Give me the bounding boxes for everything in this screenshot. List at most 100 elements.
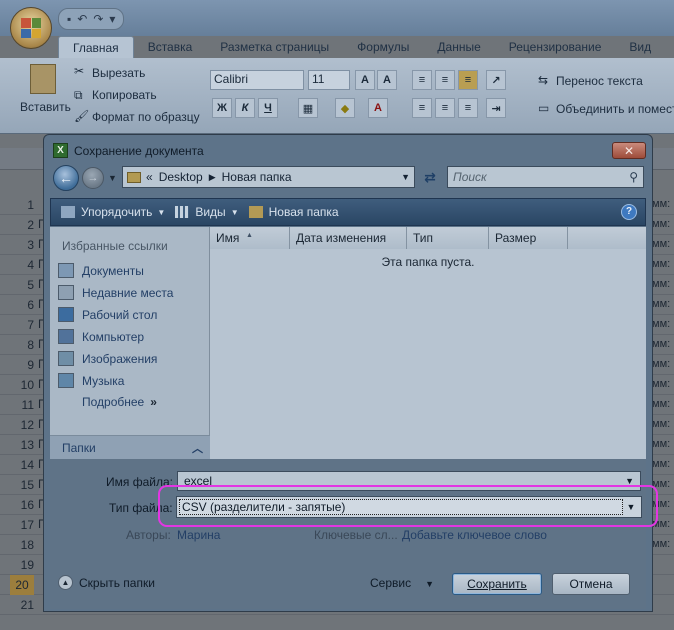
row-header[interactable]: 1 (12, 195, 34, 215)
column-name[interactable]: ▲ Имя (210, 227, 290, 249)
breadcrumb-new-folder[interactable]: Новая папка (222, 170, 292, 184)
row-header[interactable]: 10 (12, 375, 34, 395)
column-date-modified[interactable]: Дата изменения (290, 227, 407, 249)
help-icon[interactable]: ? (621, 204, 637, 220)
copy-button[interactable]: Копировать (92, 88, 157, 102)
favorite-music[interactable]: Музыка (58, 373, 124, 388)
bold-icon[interactable]: Ж (212, 98, 232, 118)
organize-button[interactable]: Упорядочить ▼ (61, 205, 165, 219)
column-type[interactable]: Тип (407, 227, 489, 249)
align-top-icon[interactable]: ≡ (412, 70, 432, 90)
align-left-icon[interactable]: ≡ (412, 98, 432, 118)
merge-button[interactable]: Объединить и помест (556, 102, 674, 116)
tab-formulas[interactable]: Формулы (343, 36, 423, 58)
file-list[interactable]: ▲ Имя Дата изменения Тип Размер Эта папк… (210, 227, 646, 459)
back-button[interactable]: ← (53, 165, 79, 191)
row-header[interactable]: 16 (12, 495, 34, 515)
customize-qat-icon[interactable]: ▾ (109, 12, 115, 26)
breadcrumb-overflow[interactable]: « (146, 170, 153, 184)
borders-icon[interactable]: ▦ (298, 98, 318, 118)
cell-text[interactable]: мм: (652, 318, 670, 330)
cell-text[interactable]: мм: (652, 218, 670, 230)
row-header[interactable]: 2 (12, 215, 34, 235)
row-header[interactable]: 6 (12, 295, 34, 315)
new-folder-button[interactable]: Новая папка (248, 205, 339, 219)
indent-icon[interactable]: ⇥ (486, 98, 506, 118)
cell-text[interactable]: мм: (652, 398, 670, 410)
address-dropdown-icon[interactable]: ▼ (401, 172, 410, 182)
format-painter-button[interactable]: Формат по образцу (92, 110, 200, 124)
row-header[interactable]: 17 (12, 515, 34, 535)
row-header[interactable]: 9 (12, 355, 34, 375)
align-middle-icon[interactable]: ≡ (435, 70, 455, 90)
more-link[interactable]: Подробнее » (82, 395, 157, 409)
row-header[interactable]: 4 (12, 255, 34, 275)
cell-text[interactable]: мм: (652, 338, 670, 350)
cell-text[interactable]: мм: (652, 458, 670, 470)
save-button[interactable]: Сохранить (452, 573, 542, 595)
cell-text[interactable]: мм: (652, 538, 670, 550)
breadcrumb-desktop[interactable]: Desktop (159, 170, 203, 184)
paste-button[interactable]: Вставить (20, 100, 71, 114)
address-bar[interactable]: « Desktop ▶ Новая папка ▼ (122, 166, 415, 188)
cell-text[interactable]: мм: (652, 198, 670, 210)
cell-text[interactable]: мм: (652, 438, 670, 450)
search-icon[interactable]: ⚲ (629, 170, 638, 184)
tab-review[interactable]: Рецензирование (495, 36, 616, 58)
cell-text[interactable]: мм: (652, 298, 670, 310)
office-button[interactable] (10, 7, 52, 49)
cell-text[interactable]: мм: (652, 358, 670, 370)
align-right-icon[interactable]: ≡ (458, 98, 478, 118)
row-header[interactable]: 12 (12, 415, 34, 435)
fill-color-icon[interactable]: ◆ (335, 98, 355, 118)
row-header[interactable]: 13 (12, 435, 34, 455)
tab-view[interactable]: Вид (615, 36, 665, 58)
row-header[interactable]: 15 (12, 475, 34, 495)
italic-icon[interactable]: К (235, 98, 255, 118)
recent-pages-dropdown[interactable]: ▼ (108, 173, 117, 183)
column-size[interactable]: Размер (489, 227, 568, 249)
tab-data[interactable]: Данные (423, 36, 494, 58)
keywords-value[interactable]: Добавьте ключевое слово (402, 528, 547, 542)
cancel-button[interactable]: Отмена (552, 573, 630, 595)
cut-button[interactable]: Вырезать (92, 66, 145, 80)
favorite-pictures[interactable]: Изображения (58, 351, 157, 366)
row-header[interactable]: 21 (12, 595, 34, 615)
font-name-field[interactable]: Calibri (210, 70, 304, 90)
row-header[interactable]: 8 (12, 335, 34, 355)
shrink-font-icon[interactable]: A (377, 70, 397, 90)
folders-toggle[interactable]: Папки ︿ (50, 435, 210, 459)
favorite-recent-places[interactable]: Недавние места (58, 285, 173, 300)
tab-home[interactable]: Главная (58, 36, 134, 58)
font-size-field[interactable]: 11 (308, 70, 350, 90)
wrap-text-button[interactable]: Перенос текста (556, 74, 643, 88)
align-bottom-icon[interactable]: ≡ (458, 70, 478, 90)
row-header[interactable]: 3 (12, 235, 34, 255)
underline-icon[interactable]: Ч (258, 98, 278, 118)
undo-icon[interactable]: ↶ (77, 12, 87, 26)
views-button[interactable]: Виды ▼ (175, 205, 239, 219)
cell-text[interactable]: мм: (652, 278, 670, 290)
save-icon[interactable]: ▪ (67, 12, 71, 26)
cell-text[interactable]: мм: (652, 238, 670, 250)
tab-page-layout[interactable]: Разметка страницы (206, 36, 343, 58)
favorite-desktop[interactable]: Рабочий стол (58, 307, 157, 322)
row-header[interactable]: 5 (12, 275, 34, 295)
grow-font-icon[interactable]: A (355, 70, 375, 90)
row-header[interactable]: 14 (12, 455, 34, 475)
align-center-icon[interactable]: ≡ (435, 98, 455, 118)
search-input[interactable]: Поиск ⚲ (447, 166, 644, 188)
row-header[interactable]: 7 (12, 315, 34, 335)
row-header[interactable]: 19 (12, 555, 34, 575)
authors-value[interactable]: Марина (177, 528, 220, 542)
close-button[interactable]: ✕ (612, 142, 646, 159)
cell-text[interactable]: мм: (652, 418, 670, 430)
paste-icon[interactable] (30, 64, 56, 94)
font-color-icon[interactable]: A (368, 98, 388, 118)
row-header[interactable]: 11 (12, 395, 34, 415)
row-header[interactable]: 18 (12, 535, 34, 555)
cell-text[interactable]: мм: (652, 258, 670, 270)
service-menu[interactable]: Сервис ▼ (370, 576, 434, 590)
hide-folders-button[interactable]: ▲ Скрыть папки (58, 575, 155, 590)
orientation-icon[interactable]: ↗ (486, 70, 506, 90)
